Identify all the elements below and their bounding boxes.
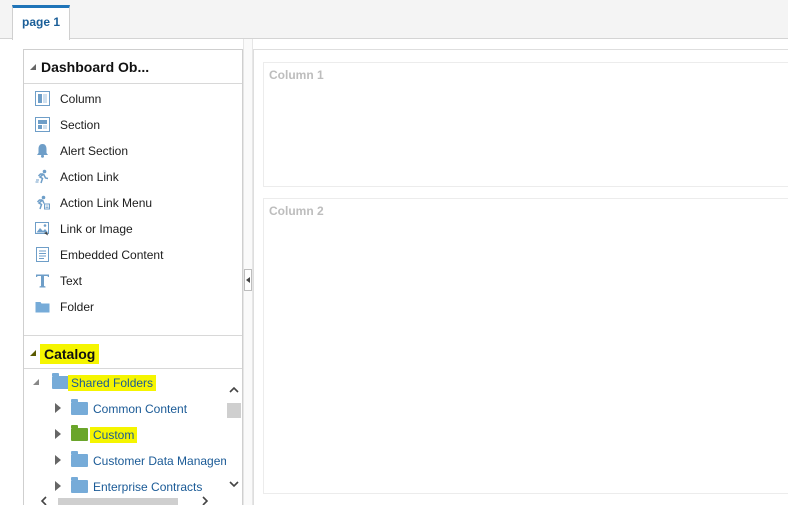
dashboard-objects-title: Dashboard Ob...: [41, 59, 150, 75]
layout-column-2[interactable]: Column 2: [263, 198, 788, 494]
dashboard-object-label: Embedded Content: [60, 248, 164, 262]
dashboard-object-label: Action Link Menu: [60, 196, 153, 210]
action-link-menu-icon: [36, 195, 50, 210]
tab-page-1[interactable]: page 1: [12, 5, 70, 40]
expand-triangle-icon[interactable]: [55, 403, 61, 413]
folder-icon: [71, 425, 88, 441]
dashboard-object-label: Section: [60, 118, 101, 132]
tree-item-label: Customer Data Managem: [93, 454, 226, 468]
dashboard-objects-header[interactable]: Dashboard Ob...: [24, 50, 242, 84]
scroll-left-icon[interactable]: [39, 496, 49, 505]
dashboard-object-column[interactable]: Column: [24, 85, 242, 111]
dashboard-object-action-link-menu[interactable]: Action Link Menu: [24, 189, 242, 215]
dashboard-object-label: Alert Section: [60, 144, 129, 158]
page-tab-bar: page 1: [0, 0, 788, 40]
folder-icon: [35, 302, 50, 313]
scrollbar-thumb[interactable]: [58, 498, 178, 505]
expand-triangle-icon[interactable]: [55, 455, 61, 465]
folder-icon: [71, 451, 88, 467]
dashboard-object-text[interactable]: Text: [24, 267, 242, 293]
scroll-up-icon[interactable]: [229, 385, 239, 395]
dashboard-layout-canvas: Column 1 Column 2: [253, 49, 788, 505]
catalog-horizontal-scrollbar[interactable]: [24, 496, 242, 505]
tree-item-enterprise-contracts[interactable]: Enterprise Contracts: [24, 474, 226, 496]
catalog-header[interactable]: Catalog: [24, 335, 242, 369]
layout-column-1[interactable]: Column 1: [263, 62, 788, 187]
tree-item-customer-data-management[interactable]: Customer Data Managem: [24, 448, 226, 474]
expand-triangle-icon[interactable]: [55, 481, 61, 491]
column-label: Column 2: [269, 204, 324, 218]
scroll-down-icon[interactable]: [229, 479, 239, 489]
bell-icon: [37, 144, 48, 158]
column-icon: [35, 91, 50, 106]
scrollbar-thumb[interactable]: [227, 403, 241, 418]
tree-item-custom[interactable]: Custom: [24, 422, 226, 448]
catalog-tree: Shared Folders Common Content Custom Cus…: [24, 370, 226, 496]
dashboard-object-label: Folder: [60, 300, 95, 314]
folder-icon: [71, 399, 88, 415]
dashboard-object-section[interactable]: Section: [24, 111, 242, 137]
dashboard-object-label: Column: [60, 92, 102, 106]
tree-item-label: Common Content: [93, 402, 188, 416]
tree-item-label: Enterprise Contracts: [93, 480, 203, 494]
collapse-triangle-icon[interactable]: [30, 64, 36, 70]
tree-item-shared-folders[interactable]: Shared Folders: [24, 370, 226, 396]
dashboard-objects-list: Column Section Alert Section Action Link…: [24, 85, 242, 319]
folder-icon: [71, 477, 88, 493]
folder-icon: [52, 373, 69, 389]
dashboard-object-folder[interactable]: Folder: [24, 293, 242, 319]
link-image-icon: [35, 222, 49, 236]
dashboard-object-embedded-content[interactable]: Embedded Content: [24, 241, 242, 267]
catalog-title: Catalog: [40, 344, 100, 364]
dashboard-object-link-or-image[interactable]: Link or Image: [24, 215, 242, 241]
expand-triangle-icon[interactable]: [33, 379, 39, 385]
dashboard-object-alert-section[interactable]: Alert Section: [24, 137, 242, 163]
collapse-panel-handle[interactable]: [244, 269, 252, 291]
dashboard-object-label: Text: [60, 274, 83, 288]
tree-item-label: Shared Folders: [68, 375, 157, 391]
catalog-vertical-scrollbar[interactable]: [226, 383, 242, 493]
text-icon: [36, 274, 49, 288]
action-link-icon: [35, 169, 49, 184]
tree-item-label: Custom: [90, 427, 138, 443]
column-label: Column 1: [269, 68, 324, 82]
embedded-content-icon: [36, 247, 49, 262]
expand-triangle-icon[interactable]: [55, 429, 61, 439]
collapse-triangle-icon[interactable]: [30, 350, 36, 356]
dashboard-object-label: Link or Image: [60, 222, 133, 236]
section-icon: [35, 117, 50, 132]
tree-item-common-content[interactable]: Common Content: [24, 396, 226, 422]
panel-splitter[interactable]: [243, 39, 253, 505]
left-panel: Dashboard Ob... Column Section Alert Sec…: [23, 49, 243, 505]
scroll-right-icon[interactable]: [200, 496, 210, 505]
dashboard-object-label: Action Link: [60, 170, 119, 184]
dashboard-object-action-link[interactable]: Action Link: [24, 163, 242, 189]
